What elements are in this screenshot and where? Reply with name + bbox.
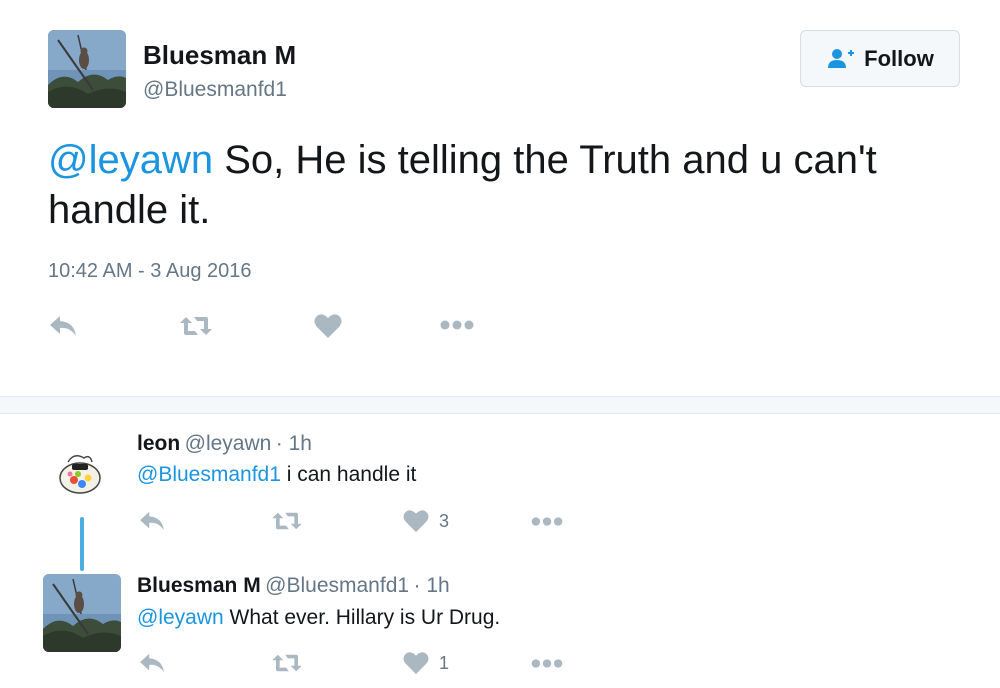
- reply-button[interactable]: [48, 314, 78, 338]
- retweet-icon: [272, 512, 302, 530]
- like-count: 3: [439, 510, 450, 531]
- retweet-button[interactable]: [270, 510, 304, 532]
- reply-text: @Bluesmanfd1 i can handle it: [137, 463, 416, 487]
- divider: [0, 413, 1000, 414]
- heart-icon: [403, 510, 429, 533]
- reply-header: Bluesman M @Bluesmanfd1 · 1h: [137, 574, 450, 598]
- reply-author-name[interactable]: Bluesman M: [137, 574, 261, 597]
- divider-band: [0, 397, 1000, 413]
- reply-button[interactable]: [138, 510, 166, 532]
- follow-button[interactable]: Follow: [800, 30, 960, 87]
- author-name[interactable]: Bluesman M: [143, 40, 296, 71]
- reply-avatar-bluesman[interactable]: [43, 574, 121, 652]
- more-icon: [531, 659, 563, 668]
- reply-mention[interactable]: @leyawn: [137, 606, 224, 629]
- tweet-text: @leyawn So, He is telling the Truth and …: [48, 135, 978, 235]
- reply-author-handle[interactable]: @Bluesmanfd1: [265, 574, 409, 597]
- retweet-button[interactable]: [270, 652, 304, 674]
- reply-icon: [140, 511, 164, 531]
- follow-label: Follow: [864, 45, 934, 71]
- author-handle[interactable]: @Bluesmanfd1: [143, 78, 287, 102]
- like-button[interactable]: 3: [403, 509, 449, 533]
- more-button[interactable]: [440, 318, 474, 332]
- reply-time[interactable]: · 1h: [276, 432, 312, 455]
- thread-line: [80, 517, 84, 571]
- retweet-icon: [180, 317, 212, 335]
- like-button[interactable]: [314, 313, 342, 339]
- tweet-timestamp[interactable]: 10:42 AM - 3 Aug 2016: [48, 260, 252, 283]
- heart-icon: [314, 314, 342, 338]
- reply-body: What ever. Hillary is Ur Drug.: [223, 606, 501, 629]
- more-button[interactable]: [531, 515, 563, 528]
- add-user-icon: [828, 48, 855, 68]
- reply-header: leon @leyawn · 1h: [137, 432, 312, 456]
- tweet-mention[interactable]: @leyawn: [48, 138, 213, 182]
- reply-text: @leyawn What ever. Hillary is Ur Drug.: [137, 606, 500, 630]
- reply-body: i can handle it: [280, 463, 417, 486]
- reply-author-name[interactable]: leon: [137, 432, 180, 455]
- retweet-icon: [272, 654, 302, 672]
- more-button[interactable]: [531, 657, 563, 670]
- reply-mention[interactable]: @Bluesmanfd1: [137, 463, 281, 486]
- reply-button[interactable]: [138, 652, 166, 674]
- more-icon: [531, 517, 563, 526]
- reply-author-handle[interactable]: @leyawn: [185, 432, 272, 455]
- like-button[interactable]: 1: [403, 651, 449, 675]
- retweet-button[interactable]: [178, 314, 214, 338]
- bird-photo: [43, 574, 121, 652]
- reply-icon: [50, 316, 76, 336]
- egg-avatar-icon: [59, 455, 101, 494]
- reply-icon: [140, 653, 164, 673]
- bird-photo: [48, 30, 126, 108]
- like-count: 1: [439, 652, 450, 673]
- reply-avatar-leon[interactable]: [54, 448, 106, 500]
- reply-time[interactable]: · 1h: [414, 574, 450, 597]
- heart-icon: [403, 652, 429, 675]
- more-icon: [440, 320, 474, 330]
- author-avatar[interactable]: [48, 30, 126, 108]
